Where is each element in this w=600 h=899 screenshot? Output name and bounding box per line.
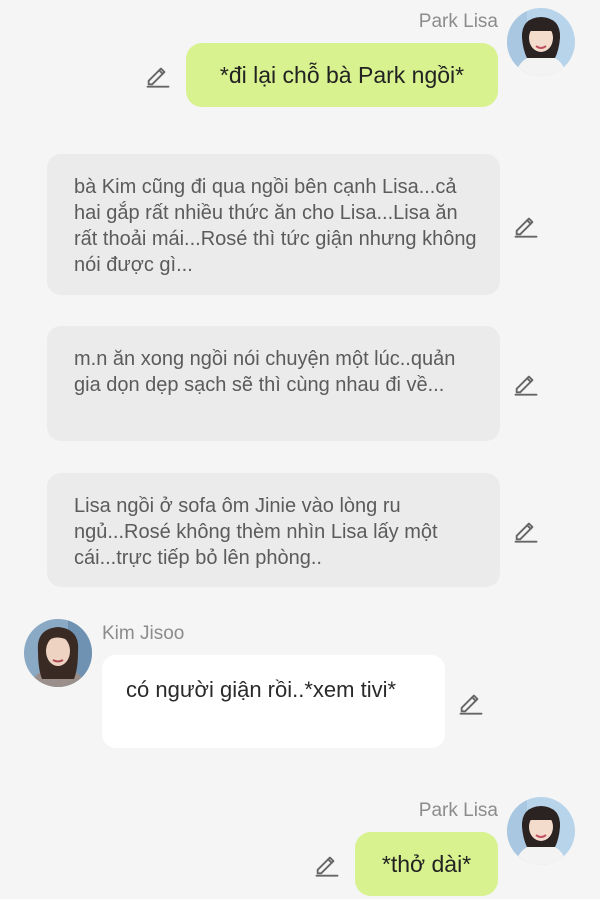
avatar-park-lisa[interactable]: [507, 8, 575, 76]
pencil-icon[interactable]: [512, 516, 540, 544]
narration-bubble[interactable]: bà Kim cũng đi qua ngồi bên cạnh Lisa...…: [47, 154, 500, 295]
avatar-park-lisa[interactable]: [507, 797, 575, 865]
sender-name: Park Lisa: [418, 11, 498, 32]
pencil-icon[interactable]: [512, 211, 540, 239]
avatar-kim-jisoo[interactable]: [24, 619, 92, 687]
pencil-icon[interactable]: [457, 688, 485, 716]
pencil-icon[interactable]: [512, 369, 540, 397]
message-bubble[interactable]: có người giận rồi..*xem tivi*: [102, 655, 445, 748]
message-bubble[interactable]: *đi lại chỗ bà Park ngồi*: [186, 43, 498, 107]
pencil-icon[interactable]: [144, 61, 172, 89]
narration-bubble[interactable]: m.n ăn xong ngồi nói chuyện một lúc..quả…: [47, 326, 500, 441]
sender-name: Kim Jisoo: [102, 623, 185, 644]
pencil-icon[interactable]: [313, 850, 341, 878]
message-bubble[interactable]: *thở dài*: [355, 832, 498, 896]
narration-bubble[interactable]: Lisa ngồi ở sofa ôm Jinie vào lòng ru ng…: [47, 473, 500, 587]
sender-name: Park Lisa: [418, 800, 498, 821]
